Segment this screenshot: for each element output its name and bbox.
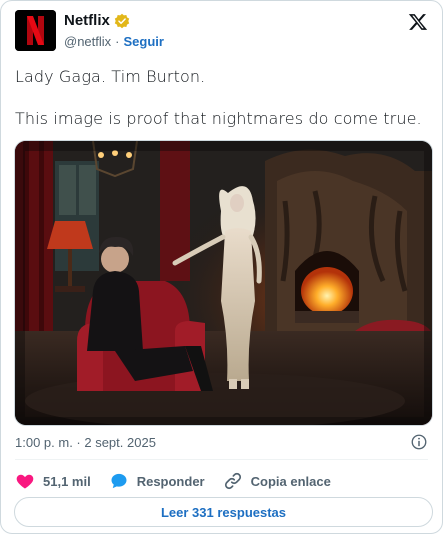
tweet-timestamp[interactable]: 1:00 p. m. · 2 sept. 2025 [15, 435, 156, 450]
like-count: 51,1 mil [43, 473, 91, 489]
link-icon [224, 472, 241, 490]
like-button[interactable]: 51,1 mil [15, 471, 91, 491]
copy-link-label: Copia enlace [250, 473, 331, 489]
reply-bubble-icon [111, 473, 127, 489]
netflix-avatar[interactable] [15, 10, 56, 51]
verified-badge-icon [114, 13, 130, 29]
tweet-actions: 51,1 mil Responder Copia enlace [15, 470, 349, 492]
x-logo-icon[interactable] [408, 12, 428, 32]
reply-button[interactable]: Responder [109, 471, 205, 491]
info-icon[interactable] [410, 433, 428, 451]
tweet-text-line-2: This image is proof that nightmares do c… [15, 109, 422, 128]
author-handle[interactable]: @netflix [64, 34, 111, 49]
author-name-row: Netflix [64, 12, 130, 29]
separator-dot: · [115, 34, 120, 49]
read-replies-button[interactable]: Leer 331 respuestas [14, 497, 433, 527]
reply-label: Responder [136, 473, 205, 489]
follow-link[interactable]: Seguir [124, 34, 164, 49]
tweet-photo[interactable] [14, 140, 433, 426]
tweet-header: Netflix @netflix · Seguir [15, 10, 430, 54]
tweet-embed-card: Netflix @netflix · Seguir Lady Gaga. Tim… [0, 0, 443, 534]
tweet-text-line-1: Lady Gaga. Tim Burton. [15, 67, 206, 86]
divider [15, 459, 428, 460]
heart-icon [16, 474, 34, 489]
author-handle-row: @netflix · Seguir [64, 34, 164, 49]
author-name[interactable]: Netflix [64, 12, 110, 29]
copy-link-button[interactable]: Copia enlace [223, 471, 331, 491]
